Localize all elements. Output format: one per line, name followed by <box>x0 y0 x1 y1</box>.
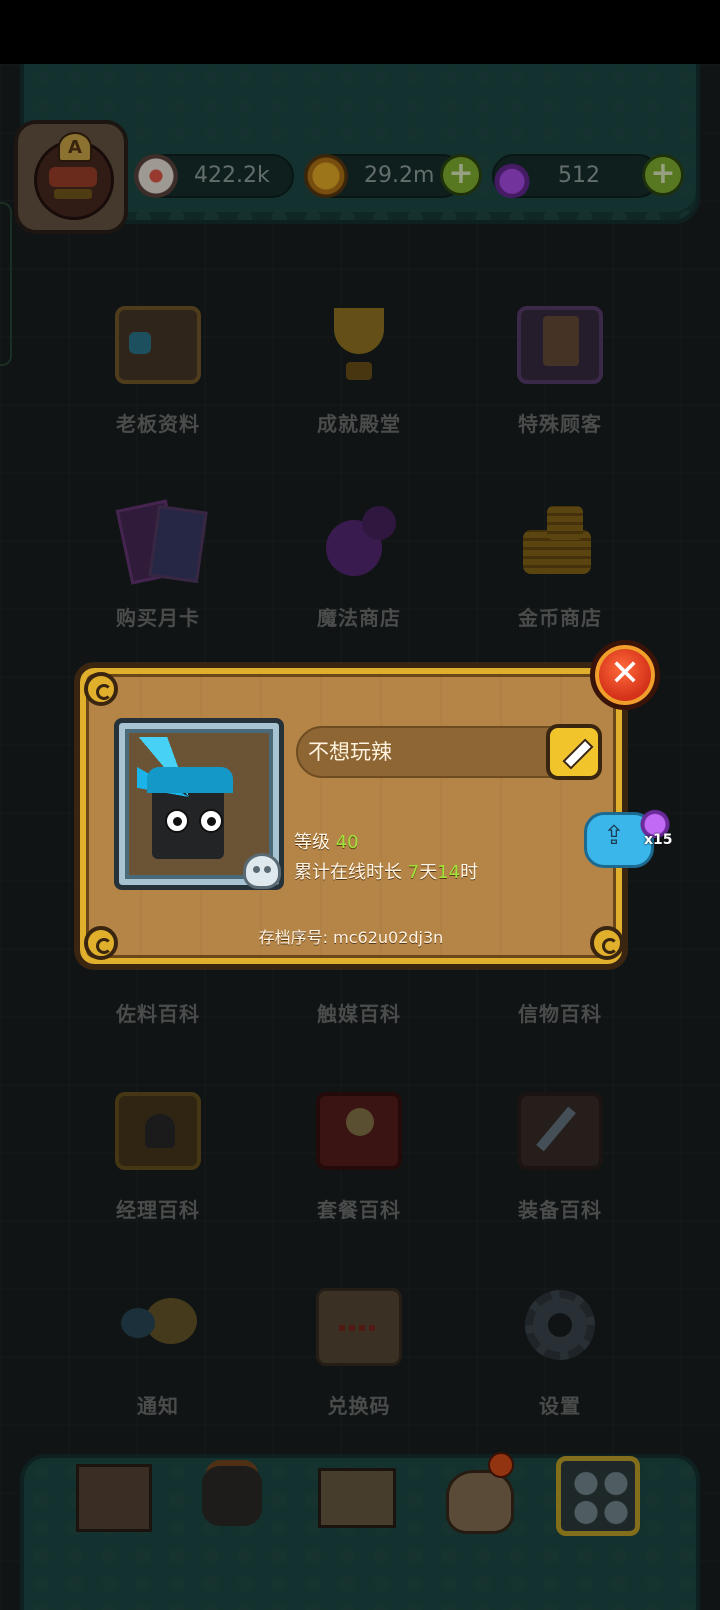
menu-label: 通知 <box>137 1394 179 1418</box>
online-hours: 14 <box>437 862 461 883</box>
close-dialog-button[interactable]: ✕ <box>590 640 660 710</box>
player-level: 等级 40 <box>294 828 359 854</box>
potion-currency-value: 512 <box>558 163 600 188</box>
menu-label: 金币商店 <box>518 606 602 630</box>
level-value: 40 <box>335 832 359 853</box>
level-label: 等级 <box>294 832 330 853</box>
monthly-card-icon <box>115 500 201 578</box>
meal-book-icon <box>316 1092 402 1170</box>
menu-label: 兑换码 <box>327 1394 391 1418</box>
menu-monthly-card[interactable]: 购买月卡 <box>93 500 223 630</box>
menu-label: 触媒百科 <box>317 1002 401 1026</box>
menu-achievements[interactable]: 成就殿堂 <box>294 306 424 436</box>
menu-meal-wiki[interactable]: 套餐百科 <box>294 1092 424 1222</box>
notification-badge <box>488 1452 514 1478</box>
potion-icon <box>490 154 534 198</box>
gold-coins-icon <box>517 500 603 578</box>
menu-manager-wiki[interactable]: 经理百科 <box>93 1092 223 1222</box>
eyeball-icon <box>134 154 178 198</box>
days-unit: 天 <box>419 862 438 883</box>
nav-recipe-book-icon[interactable] <box>314 1456 398 1536</box>
edit-name-button[interactable] <box>546 724 602 780</box>
side-drawer-handle[interactable] <box>0 202 12 366</box>
coin-currency-value: 29.2m <box>364 163 435 188</box>
status-bar <box>0 0 720 64</box>
player-avatar-button[interactable]: A <box>14 120 128 234</box>
eye-currency-display: 422.2k <box>134 154 294 198</box>
player-portrait[interactable] <box>114 718 284 890</box>
online-days: 7 <box>407 862 420 883</box>
save-id-text: 存档序号: mc62u02dj3n <box>258 928 444 947</box>
blue-spiky-hair-icon <box>137 737 241 797</box>
potion-currency-display: 512 <box>490 154 660 198</box>
coin-icon <box>304 154 348 198</box>
menu-equipment-wiki[interactable]: 装备百科 <box>495 1092 625 1222</box>
special-customer-icon <box>517 306 603 384</box>
online-time-label: 累计在线时长 <box>294 862 402 883</box>
trophy-icon <box>316 306 402 384</box>
avatar-rank-letter: A <box>58 132 92 162</box>
menu-label: 成就殿堂 <box>317 412 401 436</box>
menu-label: 特殊顾客 <box>518 412 602 436</box>
menu-label: 装备百科 <box>518 1198 602 1222</box>
magic-potion-icon <box>316 500 402 578</box>
corner-ornament <box>84 672 118 706</box>
menu-label: 套餐百科 <box>317 1198 401 1222</box>
menu-label: 魔法商店 <box>317 606 401 630</box>
close-icon: ✕ <box>609 653 641 694</box>
gear-icon <box>517 1288 603 1366</box>
add-coins-button[interactable]: + <box>440 154 482 196</box>
menu-label: 经理百科 <box>116 1198 200 1222</box>
scroll-icon <box>316 1288 402 1366</box>
share-icon: ⇪ <box>603 821 625 851</box>
online-time: 累计在线时长 7天14时 <box>294 858 478 884</box>
eye-currency-value: 422.2k <box>194 163 270 188</box>
skull-badge-icon <box>243 853 281 889</box>
player-name: 不想玩辣 <box>308 740 392 764</box>
add-potions-button[interactable]: + <box>642 154 684 196</box>
menu-special-customers[interactable]: 特殊顾客 <box>495 306 625 436</box>
menu-settings[interactable]: 设置 <box>495 1288 625 1418</box>
menu-label: 信物百科 <box>518 1002 602 1026</box>
menu-gold-shop[interactable]: 金币商店 <box>495 500 625 630</box>
monster-eye-icon <box>165 809 189 833</box>
manager-book-icon <box>115 1092 201 1170</box>
nav-restaurant-icon[interactable] <box>70 1456 154 1536</box>
menu-boss-profile[interactable]: 老板资料 <box>93 306 223 436</box>
horn-icon <box>115 1288 201 1366</box>
equipment-book-icon <box>517 1092 603 1170</box>
menu-redeem-code[interactable]: 兑换码 <box>294 1288 424 1418</box>
menu-label: 老板资料 <box>116 412 200 436</box>
menu-notifications[interactable]: 通知 <box>93 1288 223 1418</box>
boss-profile-icon <box>115 306 201 384</box>
menu-label: 设置 <box>539 1394 581 1418</box>
menu-label: 佐料百科 <box>116 1002 200 1026</box>
share-reward-count: x15 <box>644 832 673 848</box>
menu-label: 购买月卡 <box>116 606 200 630</box>
hours-unit: 时 <box>460 862 479 883</box>
monster-eye-icon <box>199 809 223 833</box>
player-info-dialog: 不想玩辣 等级 40 累计在线时长 7天14时 存档序号: mc62u02dj3… <box>74 662 628 970</box>
nav-menu-grid-icon[interactable] <box>556 1456 640 1536</box>
nav-monsters-icon[interactable] <box>192 1456 276 1536</box>
menu-magic-shop[interactable]: 魔法商店 <box>294 500 424 630</box>
